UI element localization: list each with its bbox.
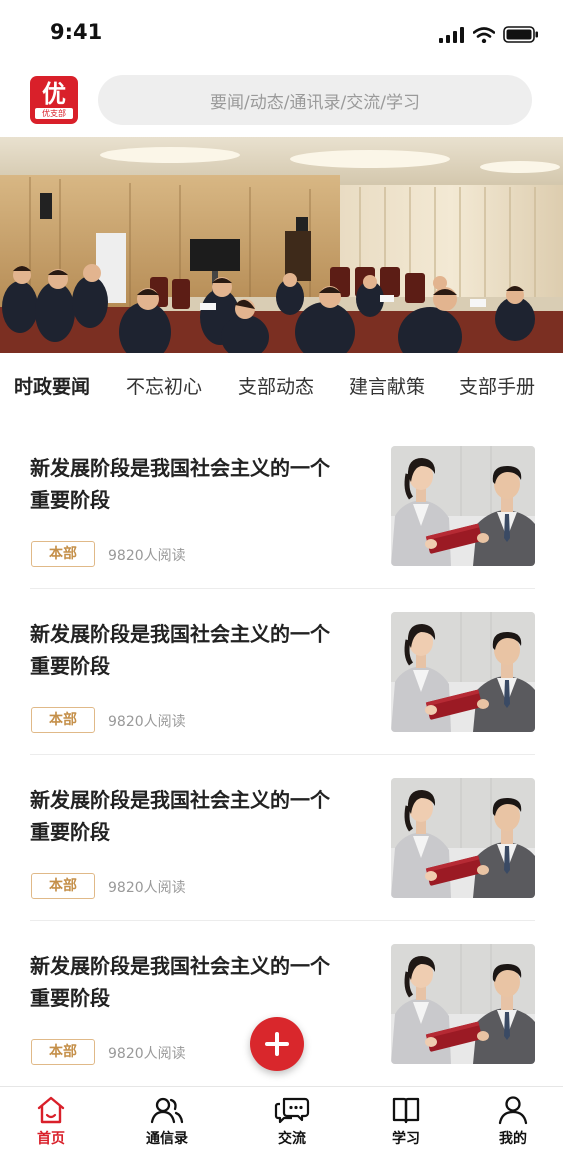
nav-chat[interactable]: 交流 bbox=[252, 1095, 332, 1148]
news-item[interactable]: 新发展阶段是我国社会主义的一个重要阶段 本部 9820人阅读 bbox=[30, 612, 535, 778]
logo-text: 优支部 bbox=[35, 108, 73, 119]
news-tag: 本部 bbox=[31, 707, 95, 733]
nav-profile[interactable]: 我的 bbox=[473, 1095, 553, 1148]
tab-branch-news[interactable]: 支部动态 bbox=[238, 372, 314, 399]
nav-label: 通信录 bbox=[146, 1131, 188, 1147]
news-thumbnail bbox=[391, 778, 535, 898]
plus-icon bbox=[265, 1032, 289, 1056]
search-placeholder: 要闻/动态/通讯录/交流/学习 bbox=[210, 92, 420, 113]
divider bbox=[30, 920, 535, 921]
divider bbox=[30, 588, 535, 589]
tab-original-aspiration[interactable]: 不忘初心 bbox=[126, 372, 202, 399]
header: 优 优支部 要闻/动态/通讯录/交流/学习 bbox=[0, 72, 563, 128]
banner-image[interactable] bbox=[0, 137, 563, 353]
nav-label: 交流 bbox=[278, 1131, 306, 1147]
tab-branch-handbook[interactable]: 支部手册 bbox=[459, 372, 535, 399]
news-item[interactable]: 新发展阶段是我国社会主义的一个重要阶段 本部 9820人阅读 bbox=[30, 778, 535, 944]
nav-contacts[interactable]: 通信录 bbox=[127, 1095, 207, 1148]
news-tag: 本部 bbox=[31, 873, 95, 899]
contacts-icon bbox=[150, 1097, 184, 1124]
divider bbox=[30, 754, 535, 755]
nav-home[interactable]: 首页 bbox=[11, 1095, 91, 1148]
read-count: 9820人阅读 bbox=[108, 1046, 186, 1062]
add-button[interactable] bbox=[250, 1017, 304, 1071]
news-title: 新发展阶段是我国社会主义的一个重要阶段 bbox=[30, 456, 330, 512]
news-tag: 本部 bbox=[31, 541, 95, 567]
logo-mark: 优 bbox=[42, 80, 66, 108]
chat-icon bbox=[274, 1097, 310, 1124]
app-logo[interactable]: 优 优支部 bbox=[30, 76, 78, 124]
status-time: 9:41 bbox=[50, 20, 103, 44]
news-title: 新发展阶段是我国社会主义的一个重要阶段 bbox=[30, 954, 330, 1010]
battery-icon bbox=[503, 26, 538, 43]
search-input[interactable]: 要闻/动态/通讯录/交流/学习 bbox=[98, 75, 532, 125]
nav-label: 我的 bbox=[499, 1131, 527, 1147]
news-tag: 本部 bbox=[31, 1039, 95, 1065]
profile-icon bbox=[498, 1096, 528, 1125]
news-title: 新发展阶段是我国社会主义的一个重要阶段 bbox=[30, 788, 330, 844]
home-icon bbox=[37, 1096, 65, 1124]
news-item[interactable]: 新发展阶段是我国社会主义的一个重要阶段 本部 9820人阅读 bbox=[30, 446, 535, 612]
status-icons bbox=[439, 26, 539, 43]
status-bar: 9:41 bbox=[0, 0, 563, 64]
signal-icon bbox=[439, 26, 464, 43]
meeting-room-photo bbox=[0, 137, 563, 353]
nav-study[interactable]: 学习 bbox=[366, 1095, 446, 1148]
book-icon bbox=[392, 1097, 420, 1124]
nav-label: 学习 bbox=[392, 1131, 420, 1147]
wifi-icon bbox=[473, 26, 495, 43]
news-title: 新发展阶段是我国社会主义的一个重要阶段 bbox=[30, 622, 330, 678]
tab-suggestions[interactable]: 建言献策 bbox=[349, 372, 425, 399]
news-thumbnail bbox=[391, 612, 535, 732]
read-count: 9820人阅读 bbox=[108, 714, 186, 730]
read-count: 9820人阅读 bbox=[108, 880, 186, 896]
read-count: 9820人阅读 bbox=[108, 548, 186, 564]
tab-current-affairs[interactable]: 时政要闻 bbox=[14, 372, 90, 399]
news-thumbnail bbox=[391, 944, 535, 1064]
nav-label: 首页 bbox=[37, 1131, 65, 1147]
news-thumbnail bbox=[391, 446, 535, 566]
category-tabs: 时政要闻 不忘初心 支部动态 建言献策 支部手册 bbox=[0, 366, 563, 406]
bottom-nav: 首页 通信录 交流 学习 我的 bbox=[0, 1086, 563, 1159]
